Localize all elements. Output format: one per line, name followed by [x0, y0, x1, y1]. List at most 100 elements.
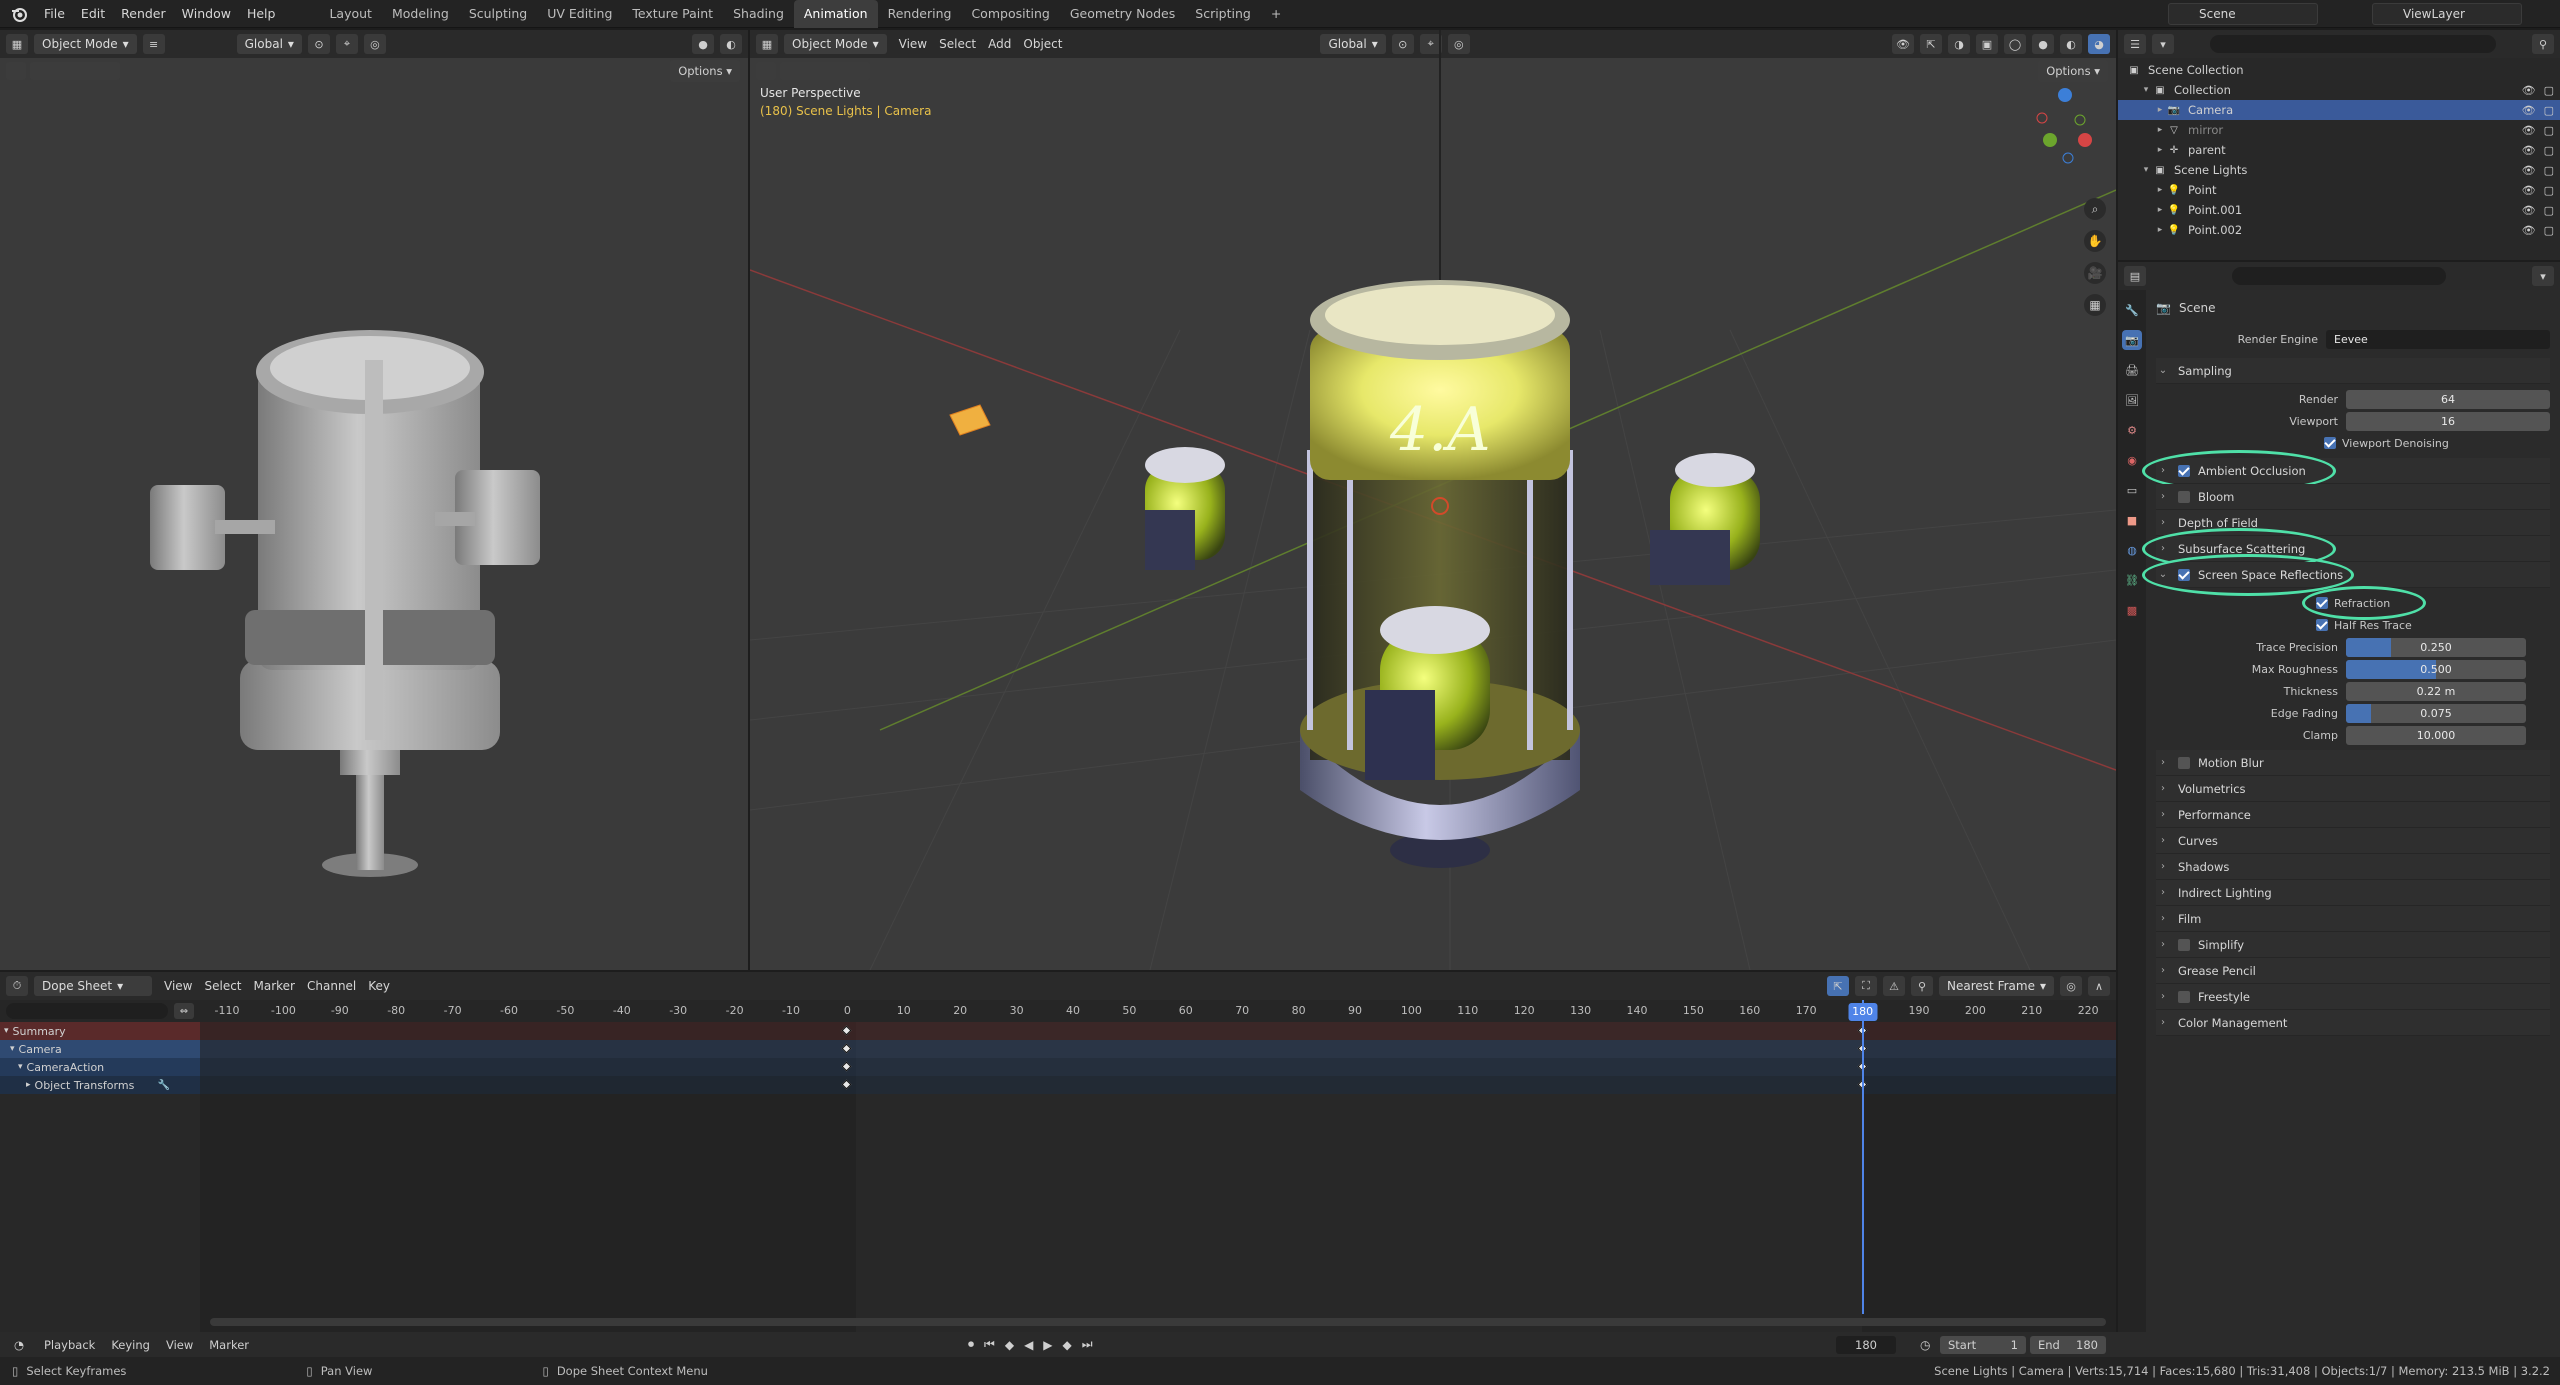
- tab-layout[interactable]: Layout: [319, 0, 382, 28]
- viewport-denoising-checkbox[interactable]: [2324, 437, 2336, 449]
- main-viewport[interactable]: ▦ Object Mode ▾ View Select Add Object Glob…: [750, 30, 2116, 970]
- expand-toggle-icon[interactable]: ▾: [2140, 165, 2152, 175]
- show-hidden-icon[interactable]: ⛶: [1855, 976, 1878, 996]
- select-box-icon[interactable]: [6, 62, 26, 80]
- outliner-row[interactable]: ▸ ▽ mirror 👁 ▢: [2118, 120, 2560, 140]
- tab-sculpting[interactable]: Sculpting: [459, 0, 537, 28]
- frame-ruler[interactable]: -110 -100 -90 -80 -70 -60 -50 -40 -30 -20 -10 0 10 20…: [200, 1000, 2116, 1022]
- panel-performance[interactable]: › Performance: [2156, 802, 2550, 828]
- editor-type-icon[interactable]: ▤: [2124, 266, 2146, 286]
- editor-type-icon[interactable]: ▦: [6, 34, 28, 54]
- eye-icon[interactable]: 👁: [2522, 144, 2536, 157]
- channel-search-input[interactable]: [6, 1003, 168, 1019]
- select-mode-icons[interactable]: [30, 62, 120, 80]
- camera-view-icon[interactable]: 🎥: [2084, 262, 2106, 284]
- eye-icon[interactable]: 👁: [2522, 204, 2536, 217]
- channel-action[interactable]: ▾ CameraAction: [0, 1058, 200, 1076]
- add-workspace-icon[interactable]: +: [1261, 0, 1291, 28]
- tab-rendering[interactable]: Rendering: [878, 0, 962, 28]
- end-frame-field[interactable]: End 180: [2030, 1335, 2106, 1354]
- perspective-grid-icon[interactable]: ▦: [2084, 294, 2106, 316]
- left-options-button[interactable]: Options ▾: [670, 60, 740, 82]
- render-tab-icon[interactable]: 📷: [2122, 330, 2142, 350]
- panel-enable-checkbox[interactable]: [2178, 490, 2190, 503]
- render-camera-icon[interactable]: ▢: [2544, 204, 2554, 217]
- proportional-icon[interactable]: ◎: [363, 34, 386, 54]
- eye-icon[interactable]: 👁: [2522, 104, 2536, 117]
- outliner-row[interactable]: ▸ ✛ parent 👁 ▢: [2118, 140, 2560, 160]
- outliner-row[interactable]: ▸ 💡 Point 👁 ▢: [2118, 180, 2560, 200]
- constraints-tab-icon[interactable]: ⛓: [2122, 570, 2142, 590]
- tab-scripting[interactable]: Scripting: [1185, 0, 1261, 28]
- tab-compositing[interactable]: Compositing: [961, 0, 1059, 28]
- panel-grease-pencil[interactable]: › Grease Pencil: [2156, 958, 2550, 984]
- expand-toggle-icon[interactable]: ▾: [2140, 85, 2152, 95]
- panel-ssr[interactable]: ⌄ Screen Space Reflections: [2142, 554, 2550, 596]
- output-tab-icon[interactable]: 🖨: [2122, 360, 2142, 380]
- tool-tab-icon[interactable]: 🔧: [2122, 300, 2142, 320]
- panel-indirect-lighting[interactable]: › Indirect Lighting: [2156, 880, 2550, 906]
- tab-uv-editing[interactable]: UV Editing: [537, 0, 622, 28]
- hamburger-icon[interactable]: ≡: [142, 34, 165, 54]
- eye-icon[interactable]: 👁: [2522, 124, 2536, 137]
- current-frame-badge[interactable]: 180: [1848, 1003, 1878, 1021]
- view-layer-selector[interactable]: ViewLayer: [2372, 3, 2522, 25]
- timeline-menu-marker[interactable]: Marker: [203, 1338, 255, 1352]
- outliner[interactable]: ☰ ▾ ⚲ ▣ Scene Collection ▾ ▣ Collection 👁 ▢ ▸…: [2118, 30, 2560, 260]
- snap-dropdown[interactable]: Nearest Frame ▾: [1939, 976, 2054, 996]
- scene-selector[interactable]: Scene: [2168, 3, 2318, 25]
- timeline-menu-keying[interactable]: Keying: [105, 1338, 156, 1352]
- properties-editor[interactable]: ▤ ▾ 🔧 📷 🖨 🖼 ⚙ ◉ ▭ ■ ◍ ⛓ ▩ 📷 Scene Render…: [2118, 262, 2560, 1332]
- tab-modeling[interactable]: Modeling: [382, 0, 459, 28]
- ssr-field[interactable]: 10.000: [2346, 725, 2526, 745]
- outliner-row[interactable]: ▸ 💡 Point.001 👁 ▢: [2118, 200, 2560, 220]
- playhead[interactable]: [1861, 1000, 1864, 1314]
- display-mode-icon[interactable]: ▾: [2152, 34, 2174, 54]
- expand-toggle-icon[interactable]: ▸: [2154, 205, 2166, 215]
- menu-render[interactable]: Render: [113, 0, 174, 28]
- panel-enable-checkbox[interactable]: [2178, 756, 2190, 769]
- start-frame-field[interactable]: Start 1: [1940, 1335, 2026, 1354]
- outliner-row[interactable]: ▾ ▣ Collection 👁 ▢: [2118, 80, 2560, 100]
- view-layer-tab-icon[interactable]: 🖼: [2122, 390, 2142, 410]
- left-orientation-dropdown[interactable]: Global ▾: [236, 34, 302, 54]
- panel-curves[interactable]: › Curves: [2156, 828, 2550, 854]
- dopesheet-menu-marker[interactable]: Marker: [248, 979, 301, 993]
- expand-toggle-icon[interactable]: ▸: [26, 1080, 31, 1090]
- expand-toggle-icon[interactable]: ▾: [18, 1062, 23, 1072]
- outliner-search-input[interactable]: [2210, 35, 2496, 53]
- prev-keyframe-icon[interactable]: ◆: [1005, 1338, 1014, 1352]
- panel-volumetrics[interactable]: › Volumetrics: [2156, 776, 2550, 802]
- outliner-row[interactable]: ▸ 💡 Point.002 👁 ▢: [2118, 220, 2560, 240]
- left-mode-dropdown[interactable]: Object Mode ▾: [34, 34, 137, 54]
- menu-edit[interactable]: Edit: [73, 0, 113, 28]
- menu-file[interactable]: File: [36, 0, 73, 28]
- texture-tab-icon[interactable]: ▩: [2122, 600, 2142, 620]
- dopesheet-menu-select[interactable]: Select: [198, 979, 247, 993]
- menu-window[interactable]: Window: [174, 0, 239, 28]
- editor-type-icon[interactable]: ◔: [8, 1336, 30, 1354]
- physics-tab-icon[interactable]: ◍: [2122, 540, 2142, 560]
- filter-icon[interactable]: ⚲: [1911, 976, 1934, 996]
- dope-sheet[interactable]: ⏱ Dope Sheet ▾ View Select Marker Channel Ke…: [0, 972, 2116, 1332]
- render-engine-dropdown[interactable]: Eevee: [2326, 329, 2550, 349]
- swap-icon[interactable]: ⇔: [174, 1003, 194, 1019]
- panel-bloom[interactable]: › Bloom: [2156, 484, 2550, 510]
- render-camera-icon[interactable]: ▢: [2544, 184, 2554, 197]
- panel-ambient-occlusion[interactable]: › Ambient Occlusion: [2142, 450, 2550, 492]
- clock-icon[interactable]: ◷: [1920, 1338, 1930, 1352]
- ssr-field[interactable]: 0.250: [2346, 637, 2526, 657]
- expand-toggle-icon[interactable]: ▸: [2154, 105, 2166, 115]
- expand-toggle-icon[interactable]: ▸: [2154, 125, 2166, 135]
- expand-toggle-icon[interactable]: ▸: [2154, 145, 2166, 155]
- render-camera-icon[interactable]: ▢: [2544, 84, 2554, 97]
- only-errors-icon[interactable]: ⚠: [1883, 976, 1906, 996]
- channel-group[interactable]: ▸ Object Transforms 🔧: [0, 1076, 200, 1094]
- panel-sampling[interactable]: ⌄ Sampling: [2156, 358, 2550, 384]
- current-frame-field[interactable]: 180: [1836, 1335, 1896, 1354]
- eye-icon[interactable]: 👁: [2522, 184, 2536, 197]
- left-viewport[interactable]: ▦ Object Mode ▾ ≡ Global ▾ ⊙ ⌖ ◎ ● ◐ Opt…: [0, 30, 748, 970]
- refraction-row[interactable]: Refraction: [2156, 586, 2550, 620]
- sampling-viewport-field[interactable]: 16: [2346, 411, 2550, 431]
- proportional-icon[interactable]: ◎: [2060, 976, 2082, 996]
